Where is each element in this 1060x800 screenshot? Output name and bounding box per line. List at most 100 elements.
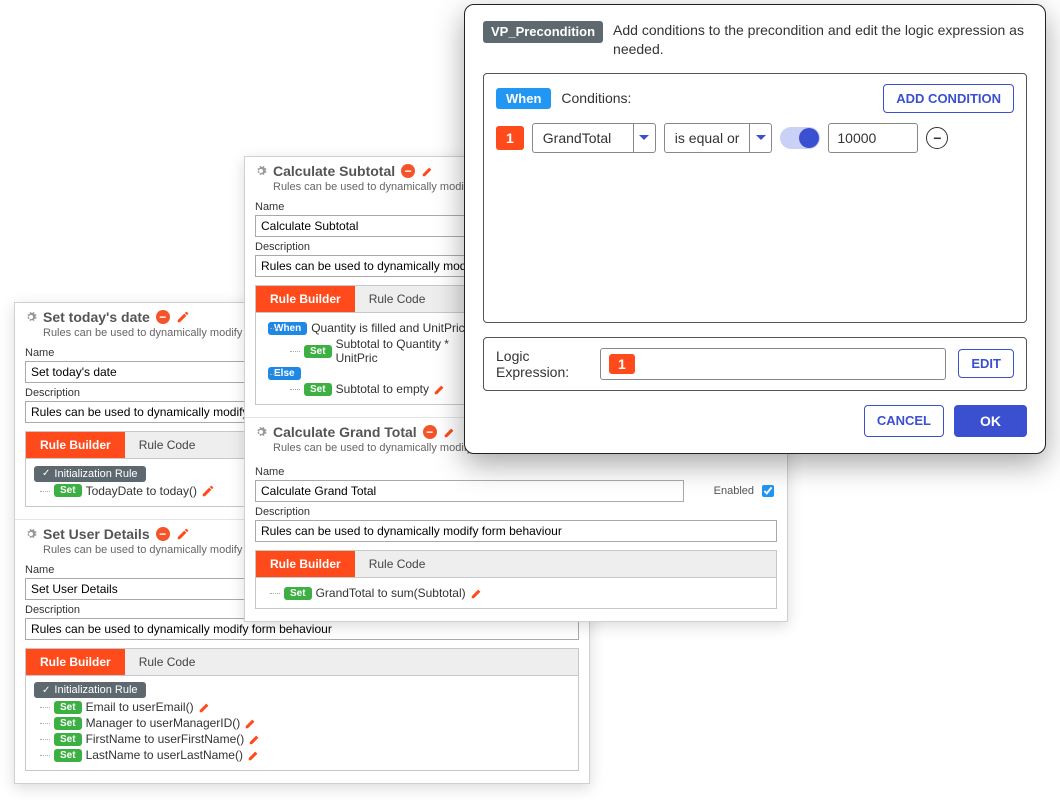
set-row: Set Manager to userManagerID() [34, 716, 570, 730]
precondition-chip: VP_Precondition [483, 21, 603, 43]
initialization-pill: ✓Initialization Rule [34, 466, 146, 482]
edit-line-icon[interactable] [247, 748, 261, 762]
set-row: Set Subtotal to empty [264, 382, 476, 396]
edit-line-icon[interactable] [244, 716, 258, 730]
logic-expression-label: Logic Expression: [496, 348, 588, 380]
tab-rule-builder[interactable]: Rule Builder [26, 432, 125, 458]
when-row: WhenQuantity is filled and UnitPrice [264, 321, 476, 335]
field-dropdown[interactable]: GrandTotal [532, 123, 656, 153]
name-label: Name [255, 466, 684, 478]
description-field[interactable] [255, 520, 777, 542]
init-pill-label: Initialization Rule [54, 684, 137, 696]
logic-expression-panel: Logic Expression: 1 EDIT [483, 337, 1027, 391]
condition-row: 1 GrandTotal is equal or 10000 − [496, 123, 1014, 153]
edit-line-icon[interactable] [470, 586, 484, 600]
chevron-down-icon[interactable] [749, 124, 771, 152]
edit-line-icon[interactable] [198, 700, 212, 714]
delete-rule-icon[interactable]: − [401, 164, 415, 178]
tab-rule-builder[interactable]: Rule Builder [256, 551, 355, 577]
tab-rule-code[interactable]: Rule Code [355, 286, 440, 312]
set-text: Email to userEmail() [86, 700, 194, 714]
initialization-pill: ✓Initialization Rule [34, 682, 146, 698]
set-badge: Set [304, 383, 332, 396]
set-badge: Set [304, 345, 332, 358]
set-text: LastName to userLastName() [86, 748, 243, 762]
set-text: FirstName to userFirstName() [86, 732, 245, 746]
logic-expression-chip: 1 [609, 354, 635, 374]
gear-icon [25, 528, 37, 540]
field-dropdown-value: GrandTotal [533, 124, 633, 152]
condition-number: 1 [496, 126, 524, 150]
dialog-footer: CANCEL OK [483, 405, 1027, 437]
dialog-instructions: Add conditions to the precondition and e… [613, 21, 1027, 59]
gear-icon [255, 426, 267, 438]
precondition-dialog: VP_Precondition Add conditions to the pr… [464, 4, 1046, 454]
operator-dropdown-value: is equal or [665, 124, 750, 152]
set-badge: Set [54, 733, 82, 746]
name-field[interactable] [255, 215, 485, 237]
tab-bar: Rule Builder Rule Code [255, 285, 485, 313]
rule-body: ✓Initialization Rule Set Email to userEma… [25, 676, 579, 772]
set-text: GrandTotal to sum(Subtotal) [316, 586, 466, 600]
rule-title: Set today's date [43, 309, 150, 325]
enabled-checkbox[interactable] [762, 485, 774, 497]
edit-line-icon[interactable] [433, 382, 447, 396]
name-field[interactable] [255, 480, 684, 502]
rule-title: Calculate Grand Total [273, 424, 417, 440]
edit-rule-icon[interactable] [443, 425, 457, 439]
delete-rule-icon[interactable]: − [156, 527, 170, 541]
set-text: Subtotal to Quantity * UnitPric [336, 337, 476, 365]
set-row: Set GrandTotal to sum(Subtotal) [264, 586, 768, 600]
edit-logic-button[interactable]: EDIT [958, 349, 1014, 378]
add-condition-button[interactable]: ADD CONDITION [883, 84, 1014, 113]
tab-rule-builder[interactable]: Rule Builder [256, 286, 355, 312]
edit-line-icon[interactable] [201, 484, 215, 498]
set-text: Subtotal to empty [336, 382, 429, 396]
ok-button[interactable]: OK [954, 405, 1027, 437]
set-badge: Set [284, 587, 312, 600]
description-label: Description [255, 506, 777, 518]
when-chip: When [496, 88, 551, 109]
set-row: Set FirstName to userFirstName() [34, 732, 570, 746]
edit-line-icon[interactable] [248, 732, 262, 746]
rule-body: Set GrandTotal to sum(Subtotal) [255, 578, 777, 609]
condition-value-text: 10000 [837, 130, 876, 146]
set-text: TodayDate to today() [86, 484, 197, 498]
set-badge: Set [54, 484, 82, 497]
logic-expression-field[interactable]: 1 [600, 348, 946, 380]
tab-rule-code[interactable]: Rule Code [125, 432, 210, 458]
tab-bar: Rule Builder Rule Code [25, 648, 579, 676]
set-badge: Set [54, 749, 82, 762]
condition-value[interactable]: 10000 [828, 123, 918, 153]
enabled-row: Enabled [714, 482, 777, 500]
remove-condition-icon[interactable]: − [926, 127, 948, 149]
tab-rule-builder[interactable]: Rule Builder [26, 649, 125, 675]
description-field[interactable] [255, 255, 485, 277]
gear-icon [255, 165, 267, 177]
chevron-down-icon[interactable] [633, 124, 655, 152]
else-badge: Else [268, 367, 301, 380]
tab-rule-code[interactable]: Rule Code [125, 649, 210, 675]
enabled-label: Enabled [714, 485, 754, 497]
rule-title: Calculate Subtotal [273, 163, 395, 179]
set-row: Set TodayDate to today() [34, 484, 276, 498]
set-badge: Set [54, 701, 82, 714]
init-pill-label: Initialization Rule [54, 468, 137, 480]
set-badge: Set [54, 717, 82, 730]
set-row: Set Email to userEmail() [34, 700, 570, 714]
set-text: Manager to userManagerID() [86, 716, 241, 730]
set-row: Set Subtotal to Quantity * UnitPric [264, 337, 476, 365]
delete-rule-icon[interactable]: − [156, 310, 170, 324]
delete-rule-icon[interactable]: − [423, 425, 437, 439]
cancel-button[interactable]: CANCEL [864, 405, 944, 437]
else-row: Else [264, 367, 476, 380]
edit-rule-icon[interactable] [421, 164, 435, 178]
conditions-panel: When Conditions: ADD CONDITION 1 GrandTo… [483, 73, 1027, 323]
operator-dropdown[interactable]: is equal or [664, 123, 773, 153]
condition-toggle[interactable] [780, 127, 820, 149]
edit-rule-icon[interactable] [176, 310, 190, 324]
tab-rule-code[interactable]: Rule Code [355, 551, 440, 577]
dialog-header: VP_Precondition Add conditions to the pr… [483, 21, 1027, 59]
edit-rule-icon[interactable] [176, 527, 190, 541]
when-text: Quantity is filled and UnitPrice [311, 321, 471, 335]
